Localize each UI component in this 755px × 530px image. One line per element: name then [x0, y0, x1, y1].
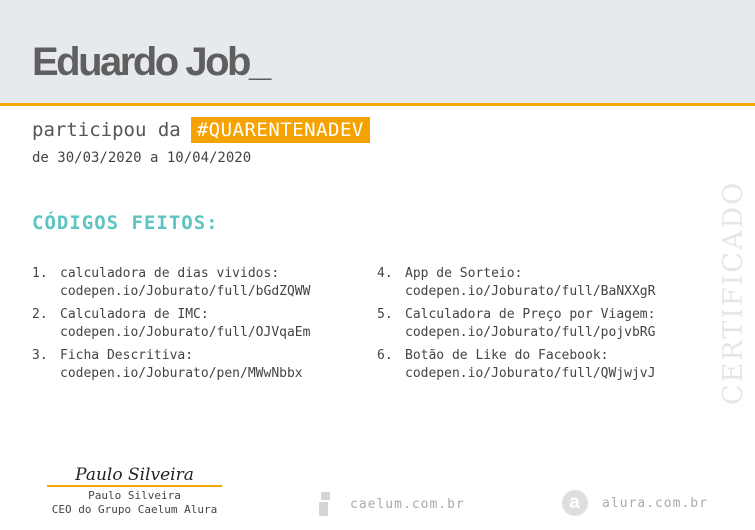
code-item-number: 6.: [377, 348, 393, 363]
code-item-name: calculadora de dias vividos:: [60, 266, 280, 281]
code-item-name: Calculadora de Preço por Viagem:: [405, 307, 656, 322]
code-item: 5. Calculadora de Preço por Viagem: code…: [377, 306, 722, 342]
alura-logo-icon: a: [562, 490, 588, 516]
code-item: 4. App de Sorteio: codepen.io/Joburato/f…: [377, 265, 722, 301]
code-item-name: Calculadora de IMC:: [60, 307, 209, 322]
event-hashtag-badge: #QUARENTENADEV: [190, 116, 370, 143]
signature-block: Paulo Silveira Paulo Silveira CEO do Gru…: [47, 465, 222, 517]
code-item-url: codepen.io/Joburato/pen/MWwNbbx: [60, 366, 303, 381]
code-item-number: 2.: [32, 307, 48, 322]
code-item: 6. Botão de Like do Facebook: codepen.io…: [377, 347, 722, 383]
code-item: 1. calculadora de dias vividos: codepen.…: [32, 265, 377, 301]
codes-list: 1. calculadora de dias vividos: codepen.…: [32, 265, 712, 383]
code-item-url: codepen.io/Joburato/full/bGdZQWW: [60, 284, 311, 299]
code-item-url: codepen.io/Joburato/full/BaNXXgR: [405, 284, 656, 299]
codes-section-title: CÓDIGOS FEITOS:: [32, 212, 219, 234]
code-item-name: App de Sorteio:: [405, 266, 523, 281]
certificate-watermark: CERTIFICADO: [718, 180, 749, 405]
participated-text: participou da: [32, 118, 181, 141]
signer-role: CEO do Grupo Caelum Alura: [51, 503, 218, 516]
code-item-name: Botão de Like do Facebook:: [405, 348, 609, 363]
participation-line: participou da #QUARENTENADEV: [32, 116, 370, 143]
certificate-header: Eduardo Job_: [0, 0, 755, 106]
code-item-name: Ficha Descritiva:: [60, 348, 194, 363]
caelum-logo-icon: [318, 490, 334, 518]
code-item-url: codepen.io/Joburato/full/OJVqaEm: [60, 325, 311, 340]
code-item-number: 3.: [32, 348, 48, 363]
alura-url: alura.com.br: [602, 495, 708, 511]
code-item-number: 4.: [377, 266, 393, 281]
event-dates: de 30/03/2020 a 10/04/2020: [32, 150, 252, 166]
code-item-number: 1.: [32, 266, 48, 281]
recipient-name: Eduardo Job_: [32, 40, 271, 84]
code-item: 3. Ficha Descritiva: codepen.io/Joburato…: [32, 347, 377, 383]
code-item-url: codepen.io/Joburato/full/pojvbRG: [405, 325, 656, 340]
handwritten-signature: Paulo Silveira: [47, 465, 222, 487]
code-item: 2. Calculadora de IMC: codepen.io/Jobura…: [32, 306, 377, 342]
caelum-brand: caelum.com.br: [318, 490, 465, 518]
code-item-number: 5.: [377, 307, 393, 322]
alura-brand: a alura.com.br: [562, 490, 708, 516]
signer-name: Paulo Silveira: [88, 489, 181, 502]
code-item-url: codepen.io/Joburato/full/QWjwjvJ: [405, 366, 656, 381]
caelum-url: caelum.com.br: [350, 496, 465, 512]
